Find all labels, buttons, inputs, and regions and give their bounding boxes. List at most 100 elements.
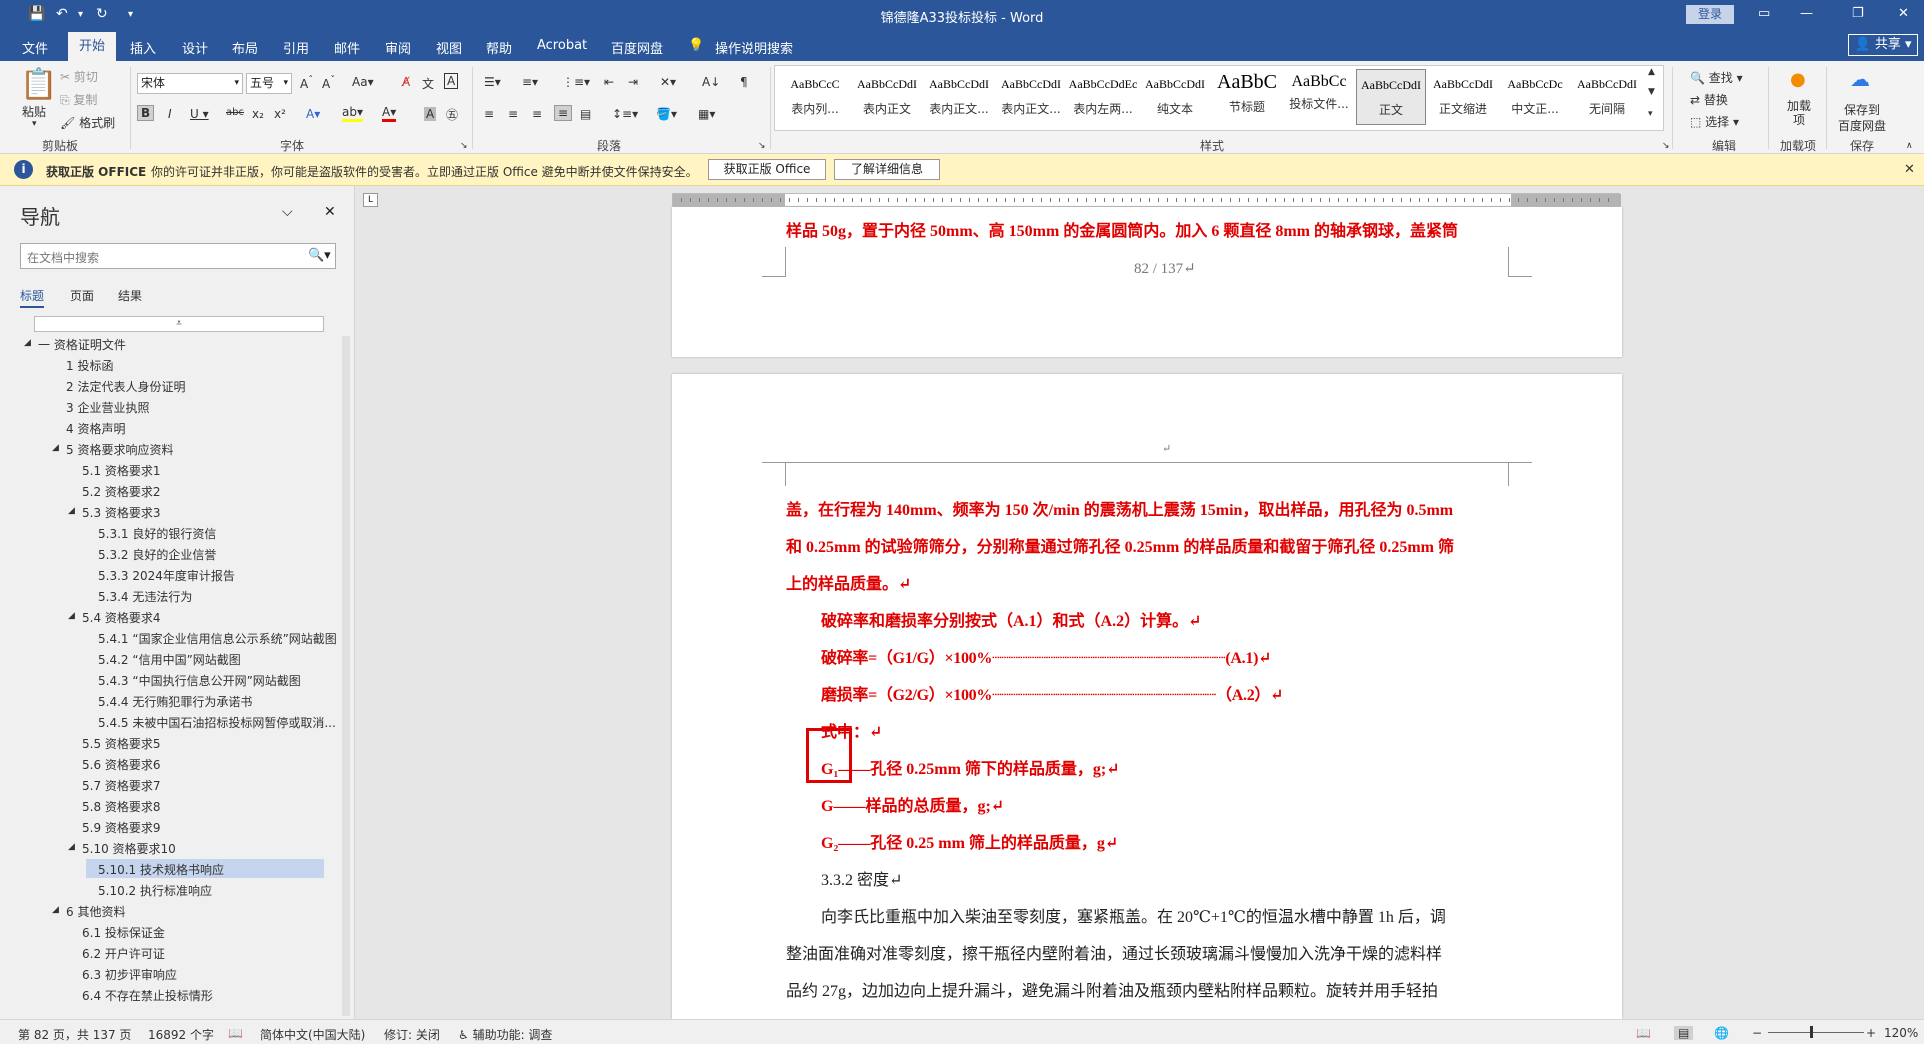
clear-formatting-icon[interactable]: A̸ (402, 75, 410, 89)
style-7[interactable]: AaBbC 节标题 (1212, 69, 1282, 125)
font-size-select[interactable]: 五号 ▾ (246, 73, 292, 94)
style-6[interactable]: AaBbCcDdI 纯文本 (1140, 69, 1210, 125)
tab-references[interactable]: 引用 (283, 38, 309, 57)
get-genuine-office-button[interactable]: 获取正版 Office (708, 159, 826, 180)
decrease-indent-icon[interactable]: ⇤ (604, 75, 614, 89)
nav-heading-item[interactable]: 6.1 投标保证金 (82, 924, 165, 941)
style-10[interactable]: AaBbCcDdI 正文缩进 (1428, 69, 1498, 125)
italic-icon[interactable]: I (168, 107, 172, 121)
styles-more-icon[interactable]: ▾ (1648, 109, 1653, 119)
tab-file[interactable]: 文件 (22, 38, 48, 57)
share-button[interactable]: 👤 共享 ▾ (1848, 34, 1918, 56)
proofing-icon[interactable]: 📖 (228, 1026, 243, 1040)
nav-heading-item[interactable]: 5.7 资格要求7 (82, 777, 161, 794)
collapse-triangle-icon[interactable]: ◢ (68, 611, 75, 621)
nav-tab-pages[interactable]: 页面 (70, 287, 94, 304)
nav-close-icon[interactable]: ✕ (324, 204, 336, 220)
cut-button[interactable]: ✂ 剪切 (60, 68, 98, 85)
collapse-triangle-icon[interactable]: ◢ (68, 842, 75, 852)
copy-button[interactable]: ⎘ 复制 (60, 91, 97, 108)
nav-heading-item[interactable]: 1 投标函 (66, 357, 113, 374)
addins-button[interactable]: 加载项 (1786, 99, 1812, 127)
login-button[interactable]: 登录 (1686, 5, 1734, 24)
font-dialog-launcher-icon[interactable]: ↘ (460, 141, 468, 151)
tab-baidu-netdisk[interactable]: 百度网盘 (611, 38, 663, 57)
nav-heading-item[interactable]: 5.3 资格要求3 (82, 504, 161, 521)
nav-heading-item[interactable]: 4 资格声明 (66, 420, 125, 437)
nav-heading-item[interactable]: 5 资格要求响应资料 (66, 441, 173, 458)
style-3[interactable]: AaBbCcDdI 表内正文... (924, 69, 994, 125)
read-mode-icon[interactable]: 📖 (1636, 1026, 1651, 1040)
shading-icon[interactable]: 🪣▾ (656, 107, 677, 121)
bullets-icon[interactable]: ☰▾ (484, 75, 501, 89)
strikethrough-icon[interactable]: abc (226, 107, 244, 118)
nav-heading-item[interactable]: 5.4.4 无行贿犯罪行为承诺书 (98, 693, 252, 710)
paragraph-dialog-launcher-icon[interactable]: ↘ (758, 141, 766, 151)
page-count[interactable]: 第 82 页，共 137 页 (18, 1026, 131, 1043)
styles-scroll-up-icon[interactable]: ▲ (1648, 67, 1655, 77)
nav-heading-item[interactable]: 5.6 资格要求6 (82, 756, 161, 773)
style-4[interactable]: AaBbCcDdI 表内正文... (996, 69, 1066, 125)
tab-home[interactable]: 开始 (68, 32, 116, 61)
nav-heading-item[interactable]: 5.10 资格要求10 (82, 840, 176, 857)
minimize-icon[interactable]: — (1800, 6, 1813, 21)
justify-icon[interactable]: ≡ (554, 105, 573, 121)
nav-heading-item[interactable]: 5.4.1 “国家企业信用信息公示系统”网站截图 (98, 630, 337, 647)
bold-icon[interactable]: B (137, 105, 155, 121)
borders-icon[interactable]: ▦▾ (698, 107, 715, 121)
search-icon[interactable]: 🔍▾ (308, 248, 331, 263)
tab-review[interactable]: 审阅 (385, 38, 411, 57)
nav-options-icon[interactable]: ⌵ (282, 204, 293, 220)
restore-icon[interactable]: ❐ (1852, 6, 1864, 21)
character-border-icon[interactable]: A (444, 73, 459, 89)
close-icon[interactable]: ✕ (1898, 6, 1909, 21)
nav-heading-item[interactable]: 5.4.3 “中国执行信息公开网”网站截图 (98, 672, 301, 689)
zoom-in-icon[interactable]: + (1866, 1026, 1876, 1040)
nav-heading-item[interactable]: 5.5 资格要求5 (82, 735, 161, 752)
nav-heading-item[interactable]: 6.3 初步评审响应 (82, 966, 177, 983)
addins-icon[interactable]: ● (1790, 69, 1806, 90)
styles-scroll-down-icon[interactable]: ▼ (1648, 87, 1655, 97)
show-marks-icon[interactable]: ¶ (740, 75, 748, 89)
accessibility-status[interactable]: ♿ 辅助功能: 调查 (458, 1026, 552, 1043)
superscript-icon[interactable]: x² (274, 107, 286, 121)
character-shading-icon[interactable]: A (424, 107, 437, 121)
select-button[interactable]: ⬚ 选择 ▾ (1690, 113, 1739, 130)
nav-heading-item[interactable]: 5.2 资格要求2 (82, 483, 161, 500)
style-2[interactable]: AaBbCcDdI 表内正文 (852, 69, 922, 125)
find-button[interactable]: 🔍 查找 ▾ (1690, 69, 1743, 86)
tab-mailings[interactable]: 邮件 (334, 38, 360, 57)
nav-heading-item[interactable]: 6.2 开户许可证 (82, 945, 165, 962)
collapse-ribbon-icon[interactable]: ∧ (1906, 141, 1913, 151)
enclose-character-icon[interactable]: ㊄ (446, 106, 458, 123)
track-changes-status[interactable]: 修订: 关闭 (384, 1026, 440, 1043)
nav-scrollbar[interactable] (342, 336, 350, 1016)
nav-heading-item[interactable]: 6 其他资料 (66, 903, 125, 920)
nav-heading-item[interactable]: 5.10.1 技术规格书响应 (98, 861, 224, 878)
multilevel-list-icon[interactable]: ⋮≡▾ (562, 75, 590, 89)
style-8[interactable]: AaBbCc 投标文件... (1284, 69, 1354, 125)
zoom-slider-thumb[interactable] (1810, 1026, 1813, 1038)
learn-more-button[interactable]: 了解详细信息 (834, 159, 940, 180)
tab-insert[interactable]: 插入 (130, 38, 156, 57)
nav-heading-item[interactable]: 5.8 资格要求8 (82, 798, 161, 815)
nav-heading-item[interactable]: 5.3.4 无违法行为 (98, 588, 192, 605)
web-layout-icon[interactable]: 🌐 (1714, 1026, 1729, 1040)
nav-heading-item[interactable]: 5.10.2 执行标准响应 (98, 882, 212, 899)
ribbon-display-icon[interactable]: ▭ (1758, 6, 1770, 21)
nav-heading-item[interactable]: 3 企业营业执照 (66, 399, 149, 416)
nav-scroll-up-button[interactable]: ⩡ (34, 316, 324, 332)
collapse-triangle-icon[interactable]: ◢ (52, 905, 59, 915)
nav-heading-item[interactable]: 5.3.1 良好的银行资信 (98, 525, 216, 542)
notice-close-icon[interactable]: ✕ (1904, 162, 1915, 177)
nav-tab-headings[interactable]: 标题 (20, 287, 45, 308)
subscript-icon[interactable]: x₂ (252, 107, 264, 121)
nav-heading-item[interactable]: 一 资格证明文件 (38, 336, 126, 353)
save-to-button[interactable]: 保存到 (1844, 101, 1880, 118)
tell-me-search[interactable]: 操作说明搜索 (715, 38, 793, 57)
zoom-slider[interactable] (1768, 1032, 1864, 1033)
style-5[interactable]: AaBbCcDdEc 表内左两... (1068, 69, 1138, 125)
tab-help[interactable]: 帮助 (486, 38, 512, 57)
align-left-icon[interactable]: ≡ (484, 107, 494, 121)
nav-heading-item[interactable]: 2 法定代表人身份证明 (66, 378, 185, 395)
